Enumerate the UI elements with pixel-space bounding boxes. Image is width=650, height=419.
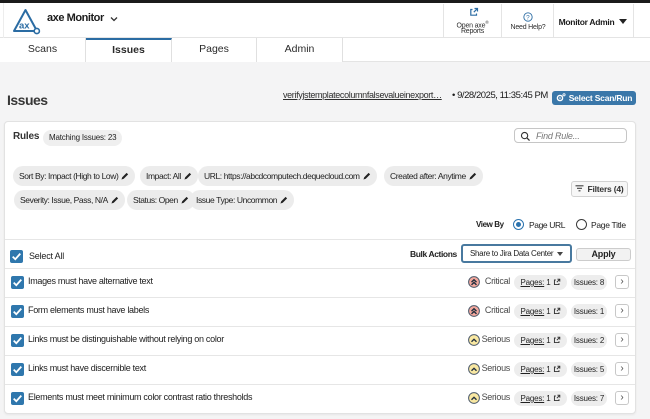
svg-text:ax: ax [19, 21, 30, 32]
svg-text:?: ? [526, 14, 530, 21]
